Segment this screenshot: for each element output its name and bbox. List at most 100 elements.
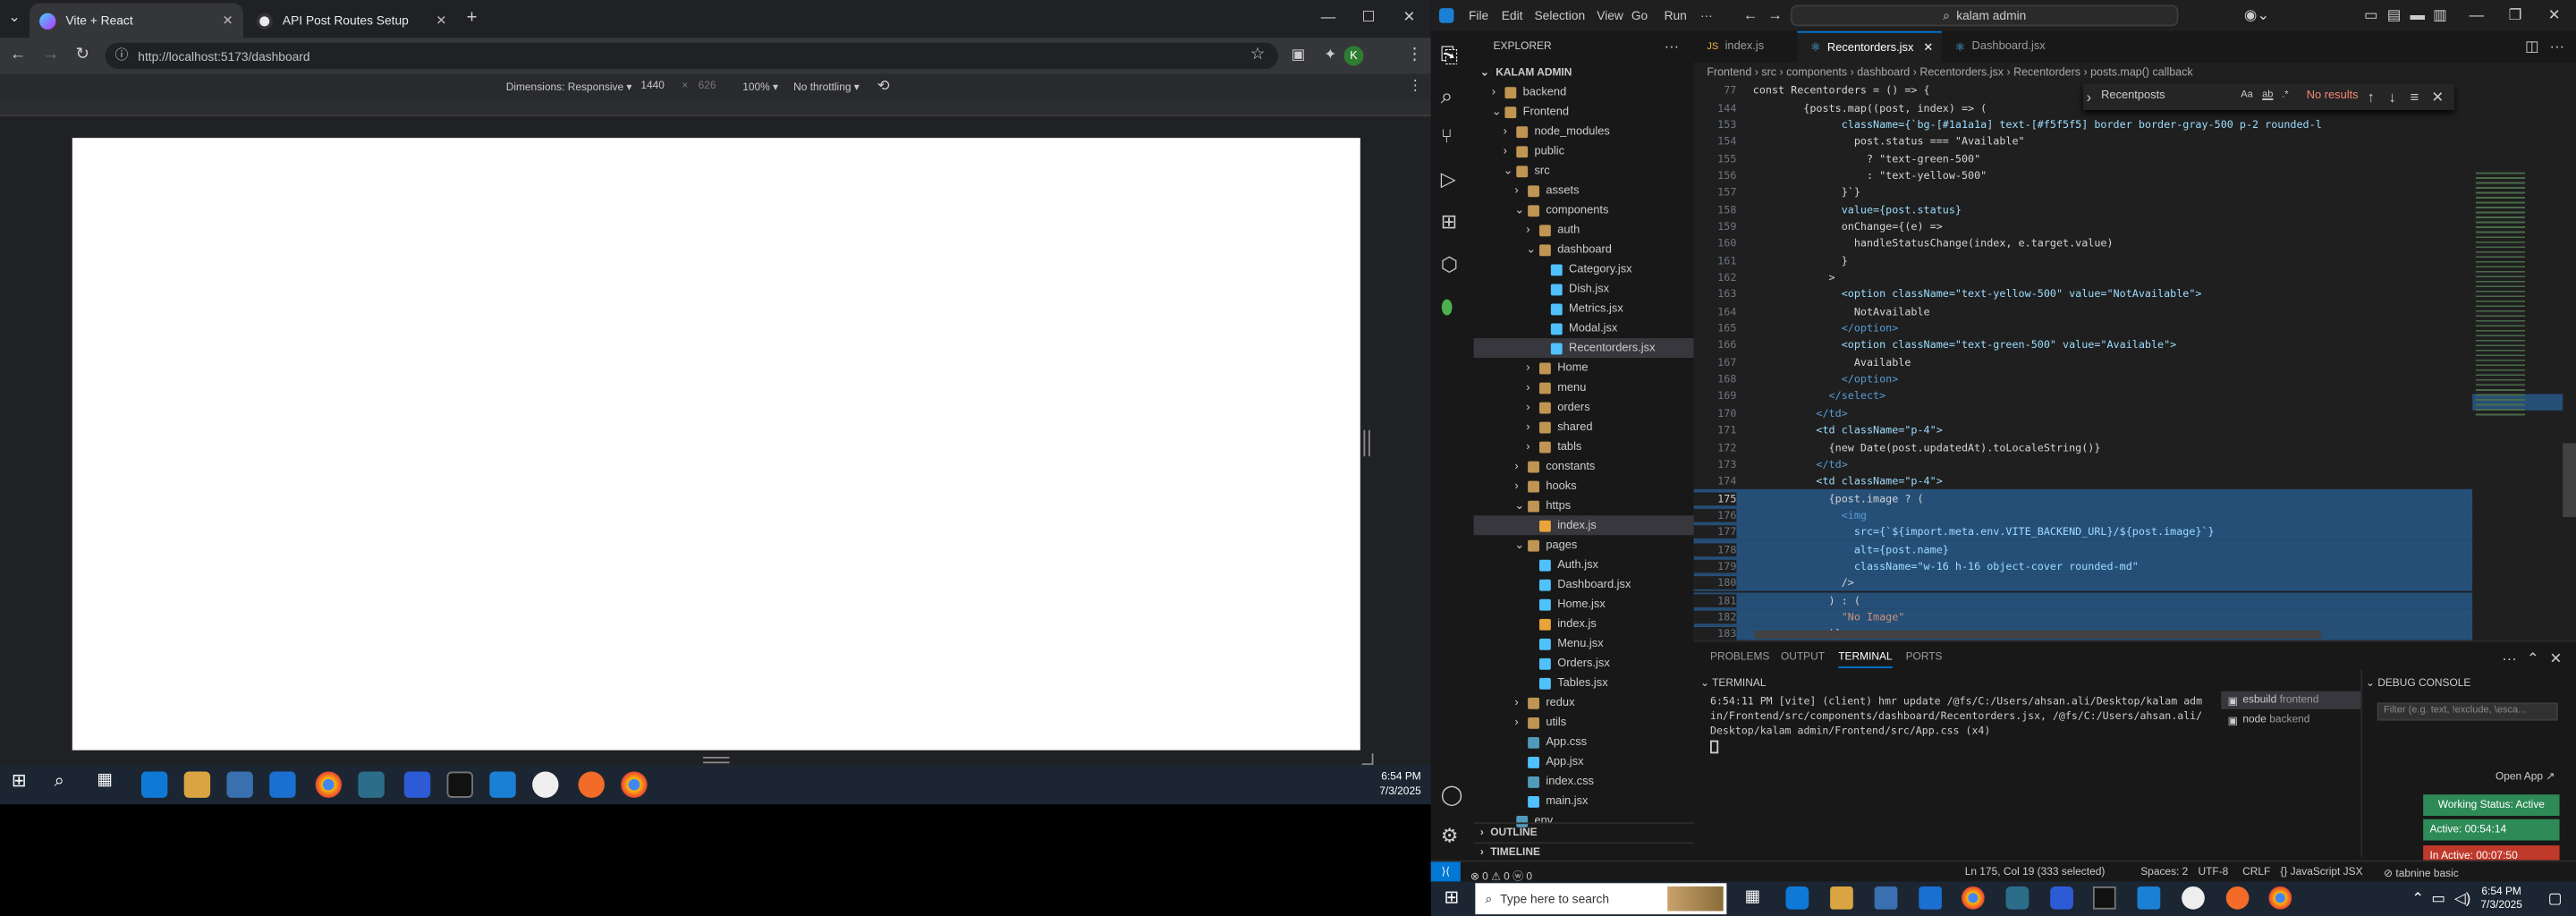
remote-explorer-icon[interactable]: ⬡: [1441, 254, 1458, 274]
code-line[interactable]: 164 NotAvailable: [1694, 303, 2473, 320]
file-item[interactable]: Dish.jsx: [1474, 279, 1694, 299]
zoom-select[interactable]: 100% ▾: [742, 81, 778, 94]
file-item[interactable]: Metrics.jsx: [1474, 299, 1694, 318]
tabnine-status[interactable]: ⊘ tabnine basic: [2384, 867, 2459, 880]
extensions-puzzle-icon[interactable]: ✦: [1324, 47, 1336, 63]
code-line[interactable]: 154 post.status === "Available": [1694, 133, 2473, 150]
line-ending[interactable]: CRLF: [2242, 867, 2270, 878]
width-input[interactable]: 1440: [640, 81, 665, 92]
close-window-icon[interactable]: ✕: [1403, 9, 1416, 25]
whole-word-icon[interactable]: ab: [2262, 90, 2273, 100]
workspace-root[interactable]: ⌄ KALAM ADMIN: [1474, 63, 1694, 82]
maximize-panel-icon[interactable]: ⌃: [2527, 651, 2539, 667]
cursor-position[interactable]: Ln 175, Col 19 (333 selected): [1965, 867, 2106, 878]
menu-more[interactable]: ···: [1700, 8, 1713, 23]
folder-item[interactable]: › tabls: [1474, 437, 1694, 456]
edge-icon[interactable]: [140, 771, 168, 798]
editor-tab-index[interactable]: JS index.js: [1694, 31, 1798, 63]
menu-file[interactable]: File: [1469, 8, 1488, 23]
file-item[interactable]: Home.jsx: [1474, 594, 1694, 614]
editor-tab-dashboard[interactable]: ⚛ Dashboard.jsx: [1942, 31, 2073, 63]
close-icon[interactable]: ✕: [2548, 7, 2561, 23]
tab-vite-react[interactable]: Vite + React ✕: [30, 3, 243, 38]
windows-start-icon[interactable]: ⊞: [1444, 889, 1459, 908]
search-icon[interactable]: ⌕: [55, 772, 64, 791]
vscode-icon[interactable]: [489, 771, 516, 798]
code-line[interactable]: 157 }`}: [1694, 184, 2473, 201]
nav-back-icon[interactable]: ←: [1743, 7, 1758, 23]
chrome-icon-2[interactable]: [2268, 886, 2292, 910]
file-item[interactable]: Auth.jsx: [1474, 555, 1694, 574]
file-item[interactable]: App.css: [1474, 732, 1694, 751]
search-icon[interactable]: ⌕: [1441, 85, 1453, 106]
maximize-icon[interactable]: ☐: [1362, 9, 1376, 25]
file-item[interactable]: Category.jsx: [1474, 259, 1694, 279]
taskbar-search-box[interactable]: ⌕ Type here to search: [1475, 883, 1727, 915]
folder-item[interactable]: › redux: [1474, 692, 1694, 712]
code-line[interactable]: 182 "No Image": [1693, 608, 2473, 626]
encoding[interactable]: UTF-8: [2199, 867, 2229, 878]
toggle-replace-icon[interactable]: ›: [2087, 89, 2092, 106]
file-item[interactable]: Dashboard.jsx: [1474, 574, 1694, 594]
code-line[interactable]: 162 >: [1694, 269, 2473, 286]
mongodb-icon[interactable]: ⬮: [1441, 297, 1453, 317]
file-item[interactable]: index.css: [1474, 771, 1694, 791]
panel-tab-output[interactable]: OUTPUT: [1781, 652, 1825, 664]
chrome-icon[interactable]: [1962, 886, 1985, 910]
menu-view[interactable]: View: [1597, 8, 1623, 23]
file-item[interactable]: index.js: [1474, 614, 1694, 633]
find-input[interactable]: Recentposts: [2101, 90, 2165, 102]
next-match-icon[interactable]: ↓: [2389, 89, 2396, 106]
toggle-secondary-icon[interactable]: ▥: [2433, 7, 2447, 23]
windows-start-icon[interactable]: ⊞: [12, 772, 27, 791]
panel-tab-problems[interactable]: PROBLEMS: [1710, 652, 1769, 664]
minimap[interactable]: [2472, 81, 2563, 640]
previous-match-icon[interactable]: ↑: [2368, 89, 2375, 106]
task-view-icon[interactable]: ▦: [1745, 889, 1760, 906]
minimize-icon[interactable]: —: [2470, 7, 2485, 23]
resize-handle-corner[interactable]: [1361, 753, 1374, 766]
folder-item[interactable]: › constants: [1474, 456, 1694, 476]
folder-item[interactable]: ⌄ https: [1474, 496, 1694, 515]
code-line[interactable]: 169 </select>: [1694, 388, 2473, 405]
postman-icon[interactable]: [578, 771, 605, 798]
throttle-select[interactable]: No throttling ▾: [793, 81, 860, 94]
horizontal-scrollbar-thumb[interactable]: [1754, 630, 2322, 639]
task-view-icon[interactable]: ▦: [97, 772, 112, 789]
chrome-icon[interactable]: [315, 771, 343, 798]
folder-item[interactable]: › utils: [1474, 712, 1694, 732]
breadcrumb[interactable]: Frontend › src › components › dashboard …: [1694, 63, 2576, 82]
command-center-search[interactable]: ⌕ kalam admin: [1791, 4, 2179, 27]
app-icon[interactable]: [358, 771, 385, 798]
site-info-icon[interactable]: ⓘ: [115, 48, 129, 63]
menu-icon[interactable]: ⋮: [1406, 47, 1422, 64]
panel-tab-terminal[interactable]: TERMINAL: [1838, 652, 1893, 668]
volume-icon[interactable]: ◁): [2454, 891, 2470, 906]
code-line[interactable]: 174 <td className="p-4">: [1694, 473, 2473, 490]
new-tab-icon[interactable]: +: [467, 9, 478, 28]
code-line[interactable]: 155 ? "text-green-500": [1694, 150, 2473, 167]
reload-icon[interactable]: ↻: [75, 47, 89, 64]
git-icon[interactable]: [532, 771, 559, 798]
file-item[interactable]: Recentorders.jsx: [1473, 338, 1694, 359]
folder-item[interactable]: ⌄ pages: [1474, 535, 1694, 555]
folder-item[interactable]: › backend: [1474, 82, 1694, 102]
bookmark-star-icon[interactable]: ☆: [1250, 47, 1265, 64]
resize-handle-bottom[interactable]: [703, 756, 730, 764]
minimize-icon[interactable]: —: [1321, 9, 1336, 25]
code-line[interactable]: 175 {post.image ? (: [1693, 489, 2473, 507]
folder-item[interactable]: ⌄ Frontend: [1474, 102, 1694, 122]
nav-forward-icon[interactable]: →: [1767, 7, 1783, 23]
open-app-button[interactable]: Open App ↗: [2496, 770, 2555, 783]
device-select[interactable]: Dimensions: Responsive ▾: [506, 81, 632, 94]
file-item[interactable]: Modal.jsx: [1474, 318, 1694, 338]
terminal-icon[interactable]: [446, 771, 473, 798]
panel-tab-ports[interactable]: PORTS: [1906, 652, 1943, 664]
extension-icon[interactable]: ▣: [1292, 47, 1306, 63]
more-options-icon[interactable]: ⋮: [1408, 78, 1423, 94]
vscode-icon[interactable]: [2137, 886, 2161, 910]
page-content[interactable]: [72, 138, 1360, 751]
terminal-icon[interactable]: [2092, 886, 2116, 910]
address-bar[interactable]: ⓘ http://localhost:5173/dashboard ☆: [105, 42, 1278, 70]
forward-icon[interactable]: →: [43, 47, 59, 64]
